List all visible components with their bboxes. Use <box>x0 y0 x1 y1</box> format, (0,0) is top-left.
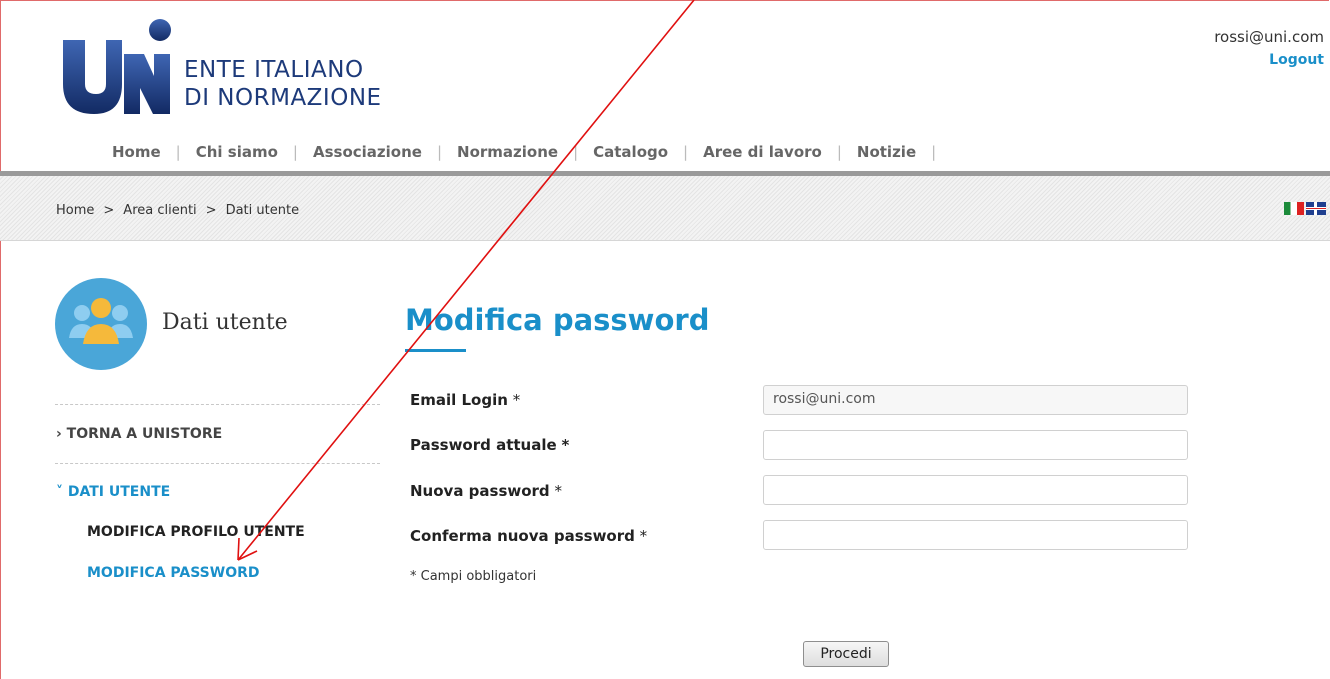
sidebar-title: Dati utente <box>162 310 288 335</box>
breadcrumb-separator: > <box>103 203 115 218</box>
breadcrumb-home[interactable]: Home <box>56 203 94 218</box>
title-underline <box>405 349 466 352</box>
breadcrumb-separator: > <box>205 203 217 218</box>
email-login-field[interactable]: rossi@uni.com <box>763 385 1188 415</box>
breadcrumb-bar: Home > Area clienti > Dati utente <box>0 176 1330 241</box>
current-password-field[interactable] <box>763 430 1188 460</box>
nav-item-chi-siamo[interactable]: Chi siamo <box>196 143 278 161</box>
nav-separator: | <box>683 143 689 161</box>
new-password-field[interactable] <box>763 475 1188 505</box>
uni-logo[interactable] <box>60 18 180 118</box>
user-email: rossi@uni.com <box>1214 28 1324 46</box>
nav-item-normazione[interactable]: Normazione <box>457 143 558 161</box>
brand-line-1: ENTE ITALIANO <box>184 57 364 83</box>
nav-separator: | <box>175 143 181 161</box>
breadcrumb-area-clienti[interactable]: Area clienti <box>123 203 196 218</box>
main-nav: Home | Chi siamo | Associazione | Normaz… <box>112 143 951 161</box>
current-password-label: Password attuale * <box>410 436 570 454</box>
nav-separator: | <box>931 143 937 161</box>
nav-separator: | <box>573 143 579 161</box>
breadcrumb: Home > Area clienti > Dati utente <box>56 203 299 218</box>
back-to-unistore-link[interactable]: › TORNA A UNISTORE <box>56 426 222 442</box>
new-password-label: Nuova password * <box>410 482 562 500</box>
nav-separator: | <box>836 143 842 161</box>
flag-it-icon[interactable] <box>1284 202 1304 215</box>
flag-uk-icon[interactable] <box>1306 202 1326 215</box>
nav-separator: | <box>436 143 443 161</box>
required-fields-note: * Campi obbligatori <box>410 569 537 584</box>
procedi-button[interactable]: Procedi <box>803 641 889 667</box>
breadcrumb-current: Dati utente <box>225 203 300 218</box>
logout-link[interactable]: Logout <box>1269 52 1324 68</box>
confirm-password-field[interactable] <box>763 520 1188 550</box>
nav-item-catalogo[interactable]: Catalogo <box>593 143 668 161</box>
brand-name: ENTE ITALIANO DI NORMAZIONE <box>184 56 382 112</box>
sidebar-divider <box>55 404 380 405</box>
sidebar-item-modifica-profilo[interactable]: MODIFICA PROFILO UTENTE <box>87 524 305 540</box>
nav-separator: | <box>292 143 298 161</box>
language-switcher <box>1284 202 1326 215</box>
users-icon <box>55 278 147 370</box>
sidebar-item-modifica-password[interactable]: MODIFICA PASSWORD <box>87 565 260 581</box>
nav-item-aree-di-lavoro[interactable]: Aree di lavoro <box>703 143 822 161</box>
sidebar-section-dati-utente[interactable]: ˅ DATI UTENTE <box>56 484 170 500</box>
confirm-password-label: Conferma nuova password * <box>410 527 648 545</box>
nav-item-home[interactable]: Home <box>112 143 161 161</box>
page-title: Modifica password <box>405 303 710 337</box>
brand-line-2: DI NORMAZIONE <box>184 85 382 111</box>
email-login-label: Email Login * <box>410 391 521 409</box>
nav-item-notizie[interactable]: Notizie <box>857 143 916 161</box>
nav-item-associazione[interactable]: Associazione <box>313 143 422 161</box>
sidebar-divider <box>55 463 380 464</box>
